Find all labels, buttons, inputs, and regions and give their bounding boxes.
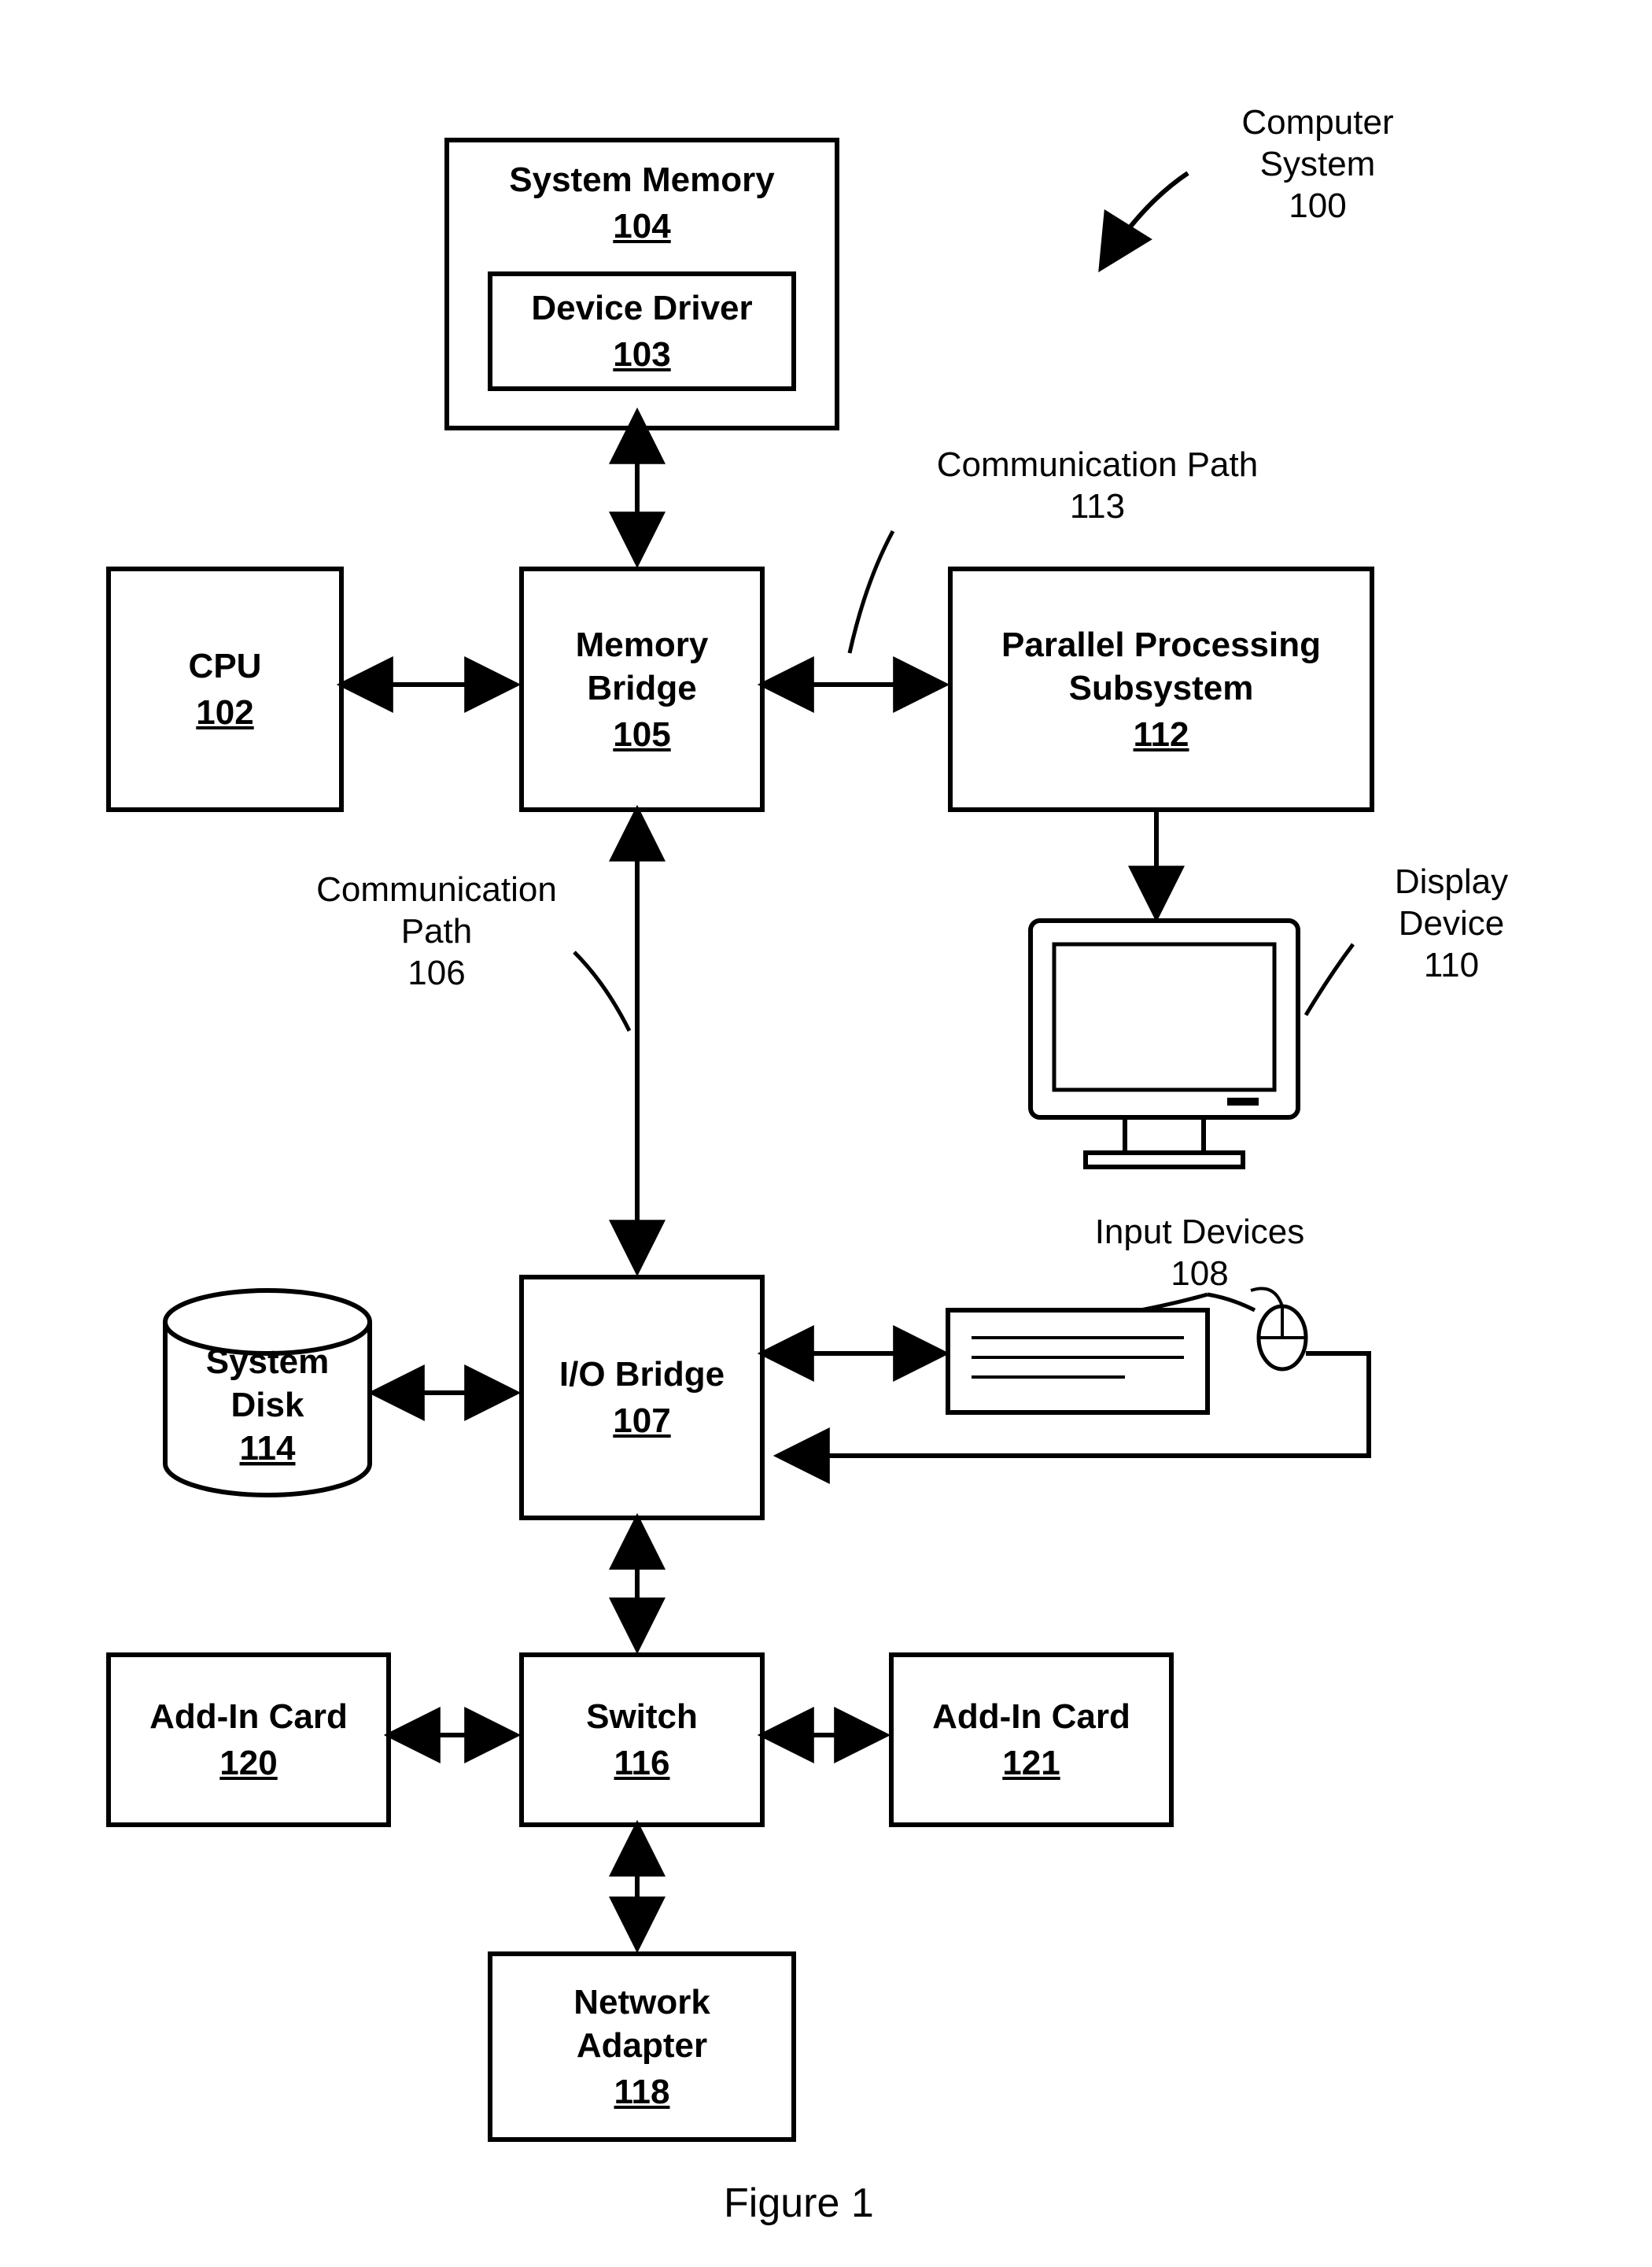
monitor-icon (1031, 921, 1298, 1167)
box-ref: 104 (613, 205, 670, 248)
box-addin-121: Add-In Card 121 (889, 1652, 1174, 1827)
box-ref: 116 (614, 1741, 670, 1785)
box-pps: Parallel ProcessingSubsystem 112 (948, 567, 1374, 812)
box-title: NetworkAdapter (573, 1981, 710, 2067)
system-disk-title2: Disk (231, 1386, 304, 1424)
box-title: I/O Bridge (559, 1353, 725, 1396)
label-display-device: DisplayDevice110 (1353, 862, 1550, 986)
box-title: Device Driver (531, 286, 752, 330)
conn-mouse-iobridge (779, 1353, 1369, 1456)
leader-input (1141, 1294, 1208, 1310)
box-ref: 107 (613, 1399, 670, 1442)
leader-input2 (1208, 1294, 1255, 1310)
box-addin-120: Add-In Card 120 (106, 1652, 391, 1827)
box-title: Parallel ProcessingSubsystem (1001, 623, 1321, 710)
box-ref: 103 (613, 333, 670, 376)
system-disk-title: System (206, 1342, 330, 1381)
leader-106 (574, 952, 629, 1031)
box-io-bridge: I/O Bridge 107 (519, 1275, 765, 1520)
box-ref: 102 (196, 691, 253, 734)
system-disk-ref: 114 (240, 1429, 297, 1468)
label-computer-system: ComputerSystem100 (1180, 102, 1455, 227)
box-device-driver: Device Driver 103 (488, 271, 796, 391)
label-input-devices: Input Devices108 (1062, 1212, 1337, 1295)
keyboard-icon (948, 1310, 1208, 1412)
figure-caption: Figure 1 (724, 2180, 874, 2227)
box-network-adapter: NetworkAdapter 118 (488, 1951, 796, 2142)
box-ref: 121 (1002, 1741, 1060, 1785)
box-ref: 120 (219, 1741, 277, 1785)
leader-113 (850, 531, 893, 653)
box-system-memory: System Memory 104 Device Driver 103 (444, 138, 839, 430)
box-title: Add-In Card (149, 1695, 348, 1738)
label-comm-path-106: CommunicationPath106 (291, 870, 582, 994)
box-title: Add-In Card (932, 1695, 1130, 1738)
box-title: MemoryBridge (576, 623, 709, 710)
box-switch: Switch 116 (519, 1652, 765, 1827)
leader-display (1306, 944, 1353, 1015)
mouse-icon (1251, 1289, 1306, 1370)
box-ref: 112 (1134, 713, 1189, 756)
cylinder-icon (165, 1290, 370, 1495)
box-title: CPU (189, 644, 262, 688)
box-ref: 105 (613, 713, 670, 756)
pointer-computer-system (1101, 173, 1188, 268)
box-title: System Memory (509, 158, 774, 201)
label-comm-path-113: Communication Path113 (889, 445, 1306, 528)
box-memory-bridge: MemoryBridge 105 (519, 567, 765, 812)
box-title: Switch (586, 1695, 698, 1738)
diagram-canvas: ComputerSystem100 System Memory 104 Devi… (0, 0, 1652, 2267)
box-cpu: CPU 102 (106, 567, 344, 812)
box-ref: 118 (614, 2070, 670, 2114)
